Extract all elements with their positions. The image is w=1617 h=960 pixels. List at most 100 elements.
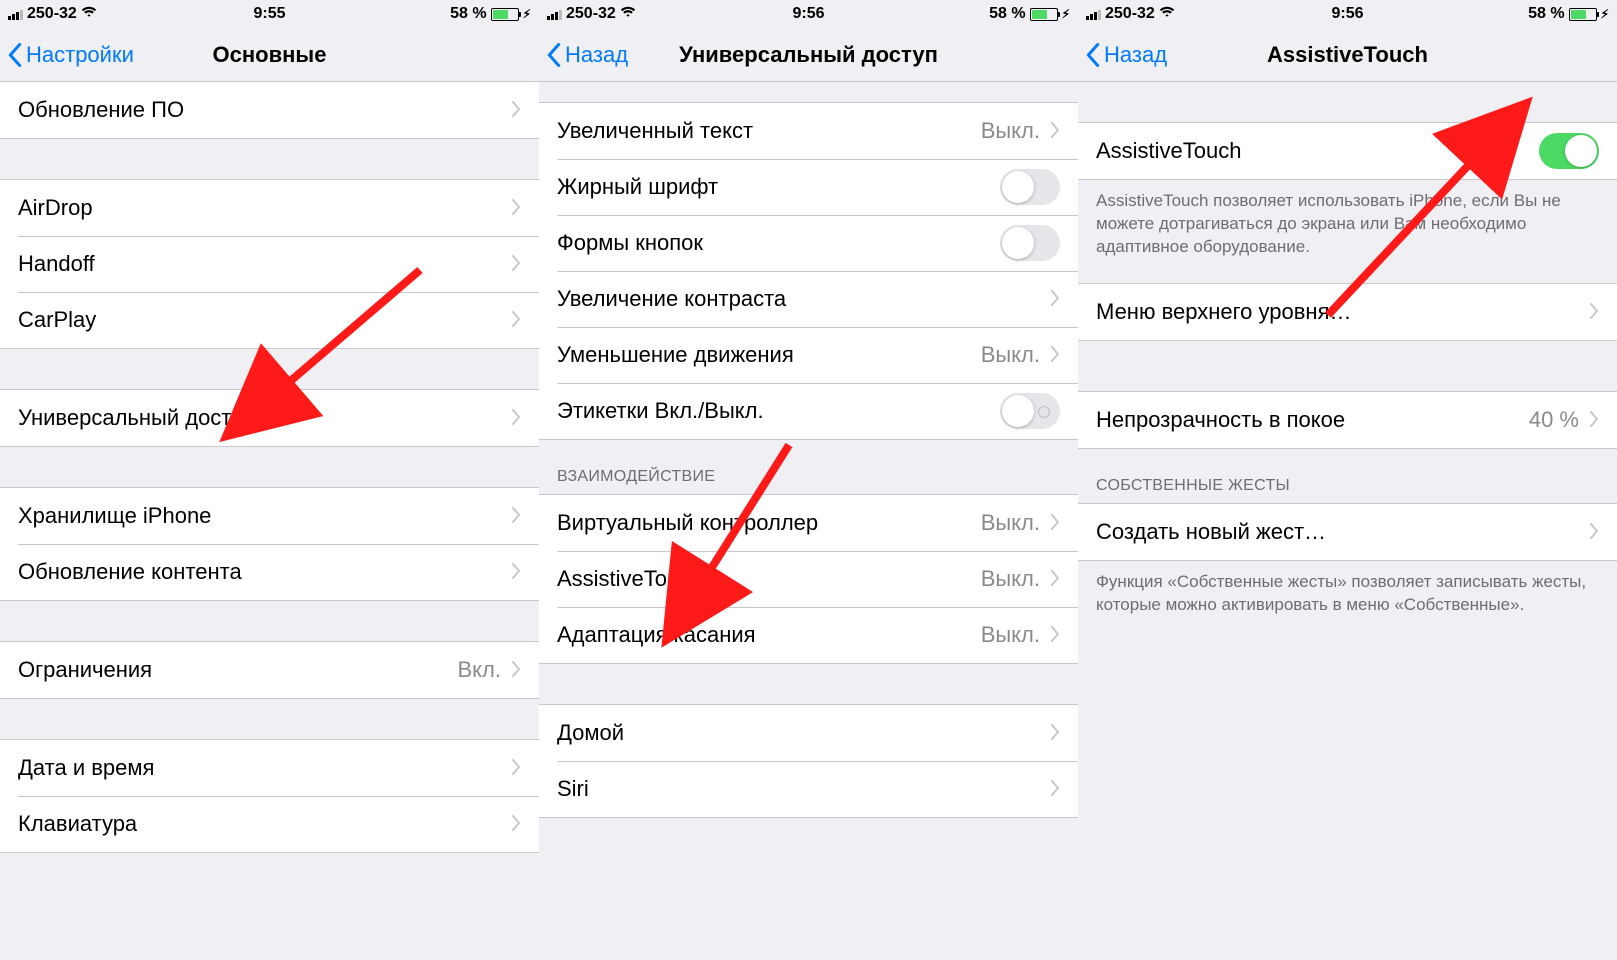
row-airdrop[interactable]: AirDrop — [0, 180, 539, 236]
status-bar: 250-32 9:56 58 % ⚡︎ — [539, 0, 1078, 28]
status-bar: 250-32 9:55 58 % ⚡︎ — [0, 0, 539, 28]
row-onoff-labels[interactable]: Этикетки Вкл./Выкл. — [539, 383, 1078, 439]
row-value: 40 % — [1529, 407, 1579, 433]
section-header-interaction: ВЗАИМОДЕЙСТВИЕ — [539, 440, 1078, 494]
row-label: Создать новый жест… — [1096, 519, 1589, 545]
carrier-label: 250-32 — [27, 5, 77, 23]
row-iphone-storage[interactable]: Хранилище iPhone — [0, 488, 539, 544]
row-handoff[interactable]: Handoff — [0, 236, 539, 292]
toggle-assistivetouch[interactable] — [1539, 133, 1599, 169]
chevron-left-icon — [1086, 43, 1100, 67]
screen-accessibility: 250-32 9:56 58 % ⚡︎ Назад Универсальный … — [539, 0, 1078, 960]
row-top-level-menu[interactable]: Меню верхнего уровня… — [1078, 284, 1617, 340]
chevron-right-icon — [1589, 407, 1599, 433]
charging-icon: ⚡︎ — [523, 7, 531, 21]
row-label: Виртуальный контроллер — [557, 510, 981, 536]
chevron-right-icon — [1050, 510, 1060, 536]
row-label: Жирный шрифт — [557, 174, 1000, 200]
chevron-left-icon — [547, 43, 561, 67]
chevron-right-icon — [1050, 622, 1060, 648]
screen-assistivetouch: 250-32 9:56 58 % ⚡︎ Назад AssistiveTouch… — [1078, 0, 1617, 960]
row-label: Ограничения — [18, 657, 458, 683]
chevron-right-icon — [511, 307, 521, 333]
chevron-right-icon — [511, 503, 521, 529]
charging-icon: ⚡︎ — [1601, 7, 1609, 21]
nav-bar: Назад Универсальный доступ — [539, 28, 1078, 82]
row-button-shapes[interactable]: Формы кнопок — [539, 215, 1078, 271]
chevron-right-icon — [511, 195, 521, 221]
row-restrictions[interactable]: Ограничения Вкл. — [0, 642, 539, 698]
row-increase-contrast[interactable]: Увеличение контраста — [539, 271, 1078, 327]
row-keyboard[interactable]: Клавиатура — [0, 796, 539, 852]
row-value: Выкл. — [981, 566, 1040, 592]
row-assistivetouch[interactable]: AssistiveTouch Выкл. — [539, 551, 1078, 607]
row-background-app-refresh[interactable]: Обновление контента — [0, 544, 539, 600]
row-assistivetouch-toggle[interactable]: AssistiveTouch — [1078, 123, 1617, 179]
row-label: Handoff — [18, 251, 511, 277]
back-button[interactable]: Назад — [547, 42, 628, 68]
chevron-right-icon — [1050, 342, 1060, 368]
battery-icon — [1030, 8, 1058, 21]
row-value: Выкл. — [981, 510, 1040, 536]
row-home[interactable]: Домой — [539, 705, 1078, 761]
chevron-right-icon — [1050, 720, 1060, 746]
toggle-button-shapes[interactable] — [1000, 225, 1060, 261]
battery-pct: 58 % — [989, 5, 1025, 23]
row-label: Непрозрачность в покое — [1096, 407, 1529, 433]
back-button[interactable]: Назад — [1086, 42, 1167, 68]
row-switch-control[interactable]: Виртуальный контроллер Выкл. — [539, 495, 1078, 551]
carrier-label: 250-32 — [1105, 5, 1155, 23]
section-footer: AssistiveTouch позволяет использовать iP… — [1078, 180, 1617, 265]
toggle-bold-text[interactable] — [1000, 169, 1060, 205]
nav-bar: Назад AssistiveTouch — [1078, 28, 1617, 82]
signal-icon — [8, 8, 23, 20]
row-reduce-motion[interactable]: Уменьшение движения Выкл. — [539, 327, 1078, 383]
toggle-onoff-labels[interactable] — [1000, 393, 1060, 429]
row-accessibility[interactable]: Универсальный доступ — [0, 390, 539, 446]
row-label: Хранилище iPhone — [18, 503, 511, 529]
row-label: AssistiveTouch — [1096, 138, 1539, 164]
chevron-right-icon — [1589, 519, 1599, 545]
chevron-right-icon — [511, 755, 521, 781]
screen-general: 250-32 9:55 58 % ⚡︎ Настройки Основные О… — [0, 0, 539, 960]
row-label: Обновление контента — [18, 559, 511, 585]
battery-pct: 58 % — [1528, 5, 1564, 23]
row-date-time[interactable]: Дата и время — [0, 740, 539, 796]
carrier-label: 250-32 — [566, 5, 616, 23]
row-label: Домой — [557, 720, 1050, 746]
battery-icon — [491, 8, 519, 21]
chevron-right-icon — [511, 559, 521, 585]
battery-pct: 58 % — [450, 5, 486, 23]
back-label: Назад — [565, 42, 628, 68]
chevron-right-icon — [511, 811, 521, 837]
section-header-custom-gestures: СОБСТВЕННЫЕ ЖЕСТЫ — [1078, 449, 1617, 503]
row-label: AirDrop — [18, 195, 511, 221]
row-idle-opacity[interactable]: Непрозрачность в покое 40 % — [1078, 392, 1617, 448]
chevron-right-icon — [1050, 566, 1060, 592]
status-bar: 250-32 9:56 58 % ⚡︎ — [1078, 0, 1617, 28]
row-label: Обновление ПО — [18, 97, 511, 123]
row-bold-text[interactable]: Жирный шрифт — [539, 159, 1078, 215]
row-larger-text[interactable]: Увеличенный текст Выкл. — [539, 103, 1078, 159]
chevron-right-icon — [511, 657, 521, 683]
wifi-icon — [1159, 5, 1175, 23]
row-carplay[interactable]: CarPlay — [0, 292, 539, 348]
wifi-icon — [81, 5, 97, 23]
nav-bar: Настройки Основные — [0, 28, 539, 82]
back-label: Настройки — [26, 42, 134, 68]
back-button[interactable]: Настройки — [8, 42, 134, 68]
row-label: Меню верхнего уровня… — [1096, 299, 1589, 325]
charging-icon: ⚡︎ — [1062, 7, 1070, 21]
chevron-right-icon — [511, 405, 521, 431]
row-label: Дата и время — [18, 755, 511, 781]
row-software-update[interactable]: Обновление ПО — [0, 82, 539, 138]
row-label: Увеличенный текст — [557, 118, 981, 144]
row-create-new-gesture[interactable]: Создать новый жест… — [1078, 504, 1617, 560]
row-touch-accommodations[interactable]: Адаптация касания Выкл. — [539, 607, 1078, 663]
row-label: Адаптация касания — [557, 622, 981, 648]
row-label: Siri — [557, 776, 1050, 802]
row-siri[interactable]: Siri — [539, 761, 1078, 817]
row-label: Уменьшение движения — [557, 342, 981, 368]
wifi-icon — [620, 5, 636, 23]
battery-icon — [1569, 8, 1597, 21]
